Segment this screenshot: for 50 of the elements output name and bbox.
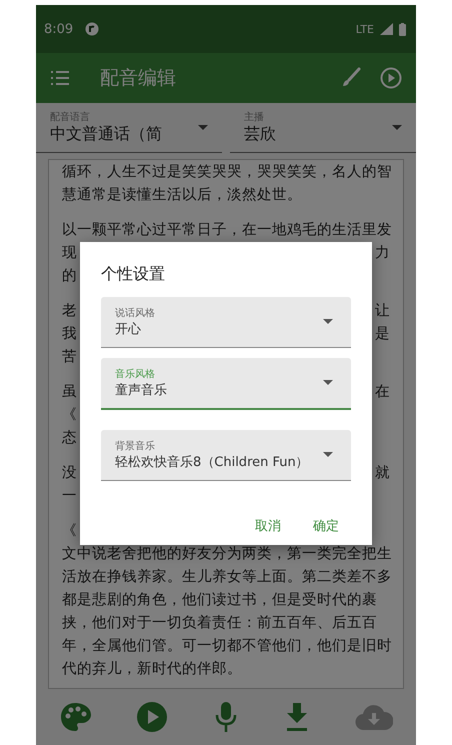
signal-icon xyxy=(380,23,393,35)
brush-icon[interactable] xyxy=(340,67,362,89)
play-circle-icon[interactable] xyxy=(380,67,402,89)
play-icon[interactable] xyxy=(136,701,168,733)
dropdown[interactable]: 主播 芸欣 xyxy=(230,103,416,153)
text-line: 就 xyxy=(375,463,390,483)
text-line: 慧通常是读懂生活以后，淡然处世。 xyxy=(62,185,302,205)
text-line: 《 xyxy=(62,405,77,425)
dropdown[interactable]: 配音语言 中文普通话（简 xyxy=(36,103,222,153)
text-line: 虽 xyxy=(62,382,77,402)
notification-icon xyxy=(85,22,100,36)
text-line: 态 xyxy=(62,428,77,448)
caret-icon xyxy=(323,319,333,325)
app-title: 配音编辑 xyxy=(100,66,177,91)
text-line: 都是悲剧的角色，他们读过书，但是受时代的裹 xyxy=(62,590,377,610)
text-line: 《 xyxy=(62,521,77,541)
text-line: 苦 xyxy=(62,347,77,367)
text-line: 让 xyxy=(375,301,390,321)
dropdown-field[interactable]: 音乐风格 童声音乐 xyxy=(101,358,351,410)
text-line: 活放在挣钱养家。生儿养女等上面。第二类差不多 xyxy=(62,567,392,587)
dialog-button[interactable]: 确定 xyxy=(301,509,351,543)
text-line: 文中说老舍把他的好友分为两类，第一类完全把生 xyxy=(62,544,392,564)
text-line: 代的弃儿，新时代的伴郎。 xyxy=(62,659,242,679)
text-line: 现 xyxy=(62,243,77,263)
text-line: 一 xyxy=(62,486,77,506)
caret-icon xyxy=(198,125,208,131)
text-line: 我 xyxy=(62,324,77,344)
text-line: 的 xyxy=(62,266,77,286)
caret-icon xyxy=(323,380,333,386)
dropdown-field[interactable]: 背景音乐 轻松欢快音乐8（Children Fun） xyxy=(101,430,351,481)
caret-icon xyxy=(392,125,402,131)
text-line: 挟，他们对于一切负着责任：前五百年、后五百 xyxy=(62,613,377,633)
text-line: 年，全属他们管。可一切都不管他们，他们是旧时 xyxy=(62,636,392,656)
status-time: 8:09 xyxy=(44,22,74,36)
battery-icon xyxy=(399,22,406,36)
text-line: 没 xyxy=(62,463,77,483)
dropdown-field[interactable]: 说话风格 开心 xyxy=(101,297,351,348)
dialog-button[interactable]: 取消 xyxy=(243,509,293,543)
dialog-title: 个性设置 xyxy=(101,264,166,285)
text-line: 以一颗平常心过平常日子，在一地鸡毛的生活里发 xyxy=(62,220,392,240)
text-line: 老 xyxy=(62,301,77,321)
text-line: 力 xyxy=(375,243,390,263)
text-line: 在 xyxy=(375,382,390,402)
caret-icon xyxy=(323,452,333,458)
microphone-icon[interactable] xyxy=(214,701,238,733)
menu-icon[interactable] xyxy=(50,70,70,86)
text-line: 是 xyxy=(375,324,390,344)
network-type: LTE xyxy=(356,22,374,36)
palette-icon[interactable] xyxy=(58,701,91,733)
text-line: 循环，人生不过是笑笑哭哭，哭哭笑笑，名人的智 xyxy=(62,162,392,182)
